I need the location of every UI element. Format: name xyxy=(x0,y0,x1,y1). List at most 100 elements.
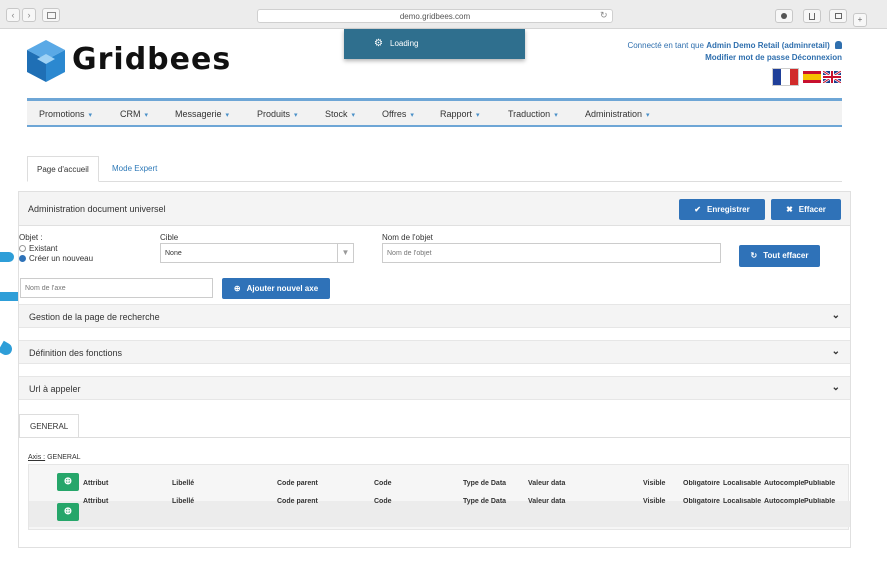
table-row: ⊕ Attribut Libellé Code parent Code Type… xyxy=(29,498,850,527)
chevron-right-icon: › xyxy=(27,10,31,20)
document-admin-panel: Administration document universel ✔ Enreg… xyxy=(18,191,851,548)
caret-down-icon: ▾ xyxy=(294,112,298,119)
col-localisable: Localisable xyxy=(723,480,762,487)
nav-item-administration[interactable]: Administration ▾ xyxy=(585,109,650,119)
add-row-button[interactable]: ⊕ xyxy=(57,473,79,491)
col-attribut: Attribut xyxy=(83,480,109,487)
user-icon xyxy=(835,41,842,49)
axis-prefix: Axis : xyxy=(28,454,46,461)
axis-name: GENERAL xyxy=(47,454,81,461)
check-icon: ✔ xyxy=(694,205,701,214)
add-row-button[interactable]: ⊕ xyxy=(57,503,79,521)
col-attribut: Attribut xyxy=(83,498,109,505)
add-axis-button[interactable]: ⊕ Ajouter nouvel axe xyxy=(222,278,330,299)
clear-button[interactable]: ✖ Effacer xyxy=(771,199,841,220)
tab-expert-mode[interactable]: Mode Expert xyxy=(103,156,166,182)
create-new-label: Créer un nouveau xyxy=(29,254,94,263)
caret-down-icon: ▾ xyxy=(646,112,650,119)
plus-icon: ⊕ xyxy=(63,476,73,487)
reload-icon[interactable]: ↻ xyxy=(600,10,608,21)
radio-create-new[interactable] xyxy=(19,255,26,262)
target-label: Cible xyxy=(160,233,179,242)
logout-link[interactable]: Déconnexion xyxy=(792,53,842,62)
loading-label: Loading xyxy=(390,39,419,48)
nav-item-messagerie[interactable]: Messagerie ▾ xyxy=(175,109,229,119)
main-navigation: Promotions ▾ CRM ▾ Messagerie ▾ Produits ▾ S… xyxy=(27,101,842,127)
browser-toolbar: ‹ › demo.gridbees.com ↻ + xyxy=(0,0,887,29)
nav-item-produits[interactable]: Produits ▾ xyxy=(257,109,298,119)
caret-down-icon: ▾ xyxy=(410,112,414,119)
nav-item-offres[interactable]: Offres ▾ xyxy=(382,109,414,119)
accordion-title: Url à appeler xyxy=(29,384,81,394)
tabs-icon xyxy=(834,13,842,19)
target-select[interactable]: None ▼ xyxy=(160,243,354,263)
sidebar-toggle-button[interactable] xyxy=(42,8,60,22)
col-visible: Visible xyxy=(643,498,666,505)
axis-name-input[interactable] xyxy=(20,278,213,298)
radio-existing[interactable] xyxy=(19,245,26,252)
nav-item-promotions[interactable]: Promotions ▾ xyxy=(39,109,92,119)
plus-icon: + xyxy=(857,15,863,24)
accordion-title: Définition des fonctions xyxy=(29,348,123,358)
col-autocomplete: Autocomplete xyxy=(764,480,804,487)
change-password-link[interactable]: Modifier mot de passe xyxy=(705,53,789,62)
user-info: Connecté en tant que Admin Demo Retail (… xyxy=(627,40,842,64)
cube-logo-icon xyxy=(27,40,65,82)
flag-fr-icon[interactable] xyxy=(772,68,799,86)
chevron-down-icon: ⌄ xyxy=(831,310,840,321)
caret-down-icon: ▾ xyxy=(144,112,149,119)
edge-mark xyxy=(0,252,14,262)
share-button[interactable] xyxy=(803,9,821,23)
nav-item-traduction[interactable]: Traduction ▾ xyxy=(508,109,558,119)
close-icon: ✖ xyxy=(786,205,793,214)
col-obligatoire: Obligatoire xyxy=(683,480,720,487)
save-button[interactable]: ✔ Enregistrer xyxy=(679,199,765,220)
col-code: Code xyxy=(374,498,392,505)
refresh-icon: ↻ xyxy=(750,251,758,260)
url-text: demo.gridbees.com xyxy=(399,12,471,21)
object-name-input[interactable] xyxy=(382,243,721,263)
col-type-data: Type de Data xyxy=(463,480,507,487)
new-tab-button[interactable]: + xyxy=(853,13,867,27)
tab-general[interactable]: GENERAL xyxy=(19,414,80,438)
col-code: Code xyxy=(374,480,392,487)
back-button[interactable]: ‹ xyxy=(6,8,20,22)
col-libelle: Libellé xyxy=(172,498,195,505)
object-label: Objet : xyxy=(19,233,43,242)
clear-all-button[interactable]: ↻ Tout effacer xyxy=(739,245,820,267)
nav-item-stock[interactable]: Stock ▾ xyxy=(325,109,355,119)
accordion-search-page[interactable]: Gestion de la page de recherche ⌄ xyxy=(19,304,850,328)
col-code-parent: Code parent xyxy=(277,498,318,505)
flag-uk-icon[interactable] xyxy=(822,70,842,85)
nav-item-rapport[interactable]: Rapport ▾ xyxy=(440,109,480,119)
flag-es-icon[interactable] xyxy=(803,71,821,83)
tabs-button[interactable] xyxy=(829,9,847,23)
loading-overlay: ⚙ Loading xyxy=(344,29,525,59)
tab-home[interactable]: Page d'accueil xyxy=(27,156,99,182)
connected-prefix: Connecté en tant que xyxy=(627,41,704,50)
gridbees-logo[interactable]: Gridbees xyxy=(27,40,230,85)
address-bar[interactable]: demo.gridbees.com xyxy=(257,9,613,23)
logo-text: Gridbees xyxy=(72,42,232,77)
chevron-down-icon: ⌄ xyxy=(831,346,840,357)
download-button[interactable] xyxy=(775,9,793,23)
col-localisable: Localisable xyxy=(723,498,762,505)
forward-button[interactable]: › xyxy=(22,8,36,22)
share-icon xyxy=(809,13,815,20)
accordion-functions[interactable]: Définition des fonctions ⌄ xyxy=(19,340,850,364)
accordion-title: Gestion de la page de recherche xyxy=(29,312,160,322)
chevron-down-icon: ▼ xyxy=(337,244,353,262)
nav-item-crm[interactable]: CRM ▾ xyxy=(120,109,148,119)
page-tabs: Page d'accueil Mode Expert xyxy=(27,156,842,182)
object-name-label: Nom de l'objet xyxy=(382,233,433,242)
caret-down-icon: ▾ xyxy=(351,112,356,119)
col-valeur-data: Valeur data xyxy=(528,498,566,505)
existing-label: Existant xyxy=(29,244,58,253)
col-obligatoire: Obligatoire xyxy=(683,498,720,505)
user-name: Admin Demo Retail (adminretail) xyxy=(706,41,830,50)
attribute-grid: ⊕ Attribut Libellé Code parent Code Type… xyxy=(28,464,850,530)
col-autocomplete: Autocomplete xyxy=(764,498,804,505)
accordion-url[interactable]: Url à appeler ⌄ xyxy=(19,376,850,400)
download-icon xyxy=(781,13,787,19)
col-libelle: Libellé xyxy=(172,480,195,487)
